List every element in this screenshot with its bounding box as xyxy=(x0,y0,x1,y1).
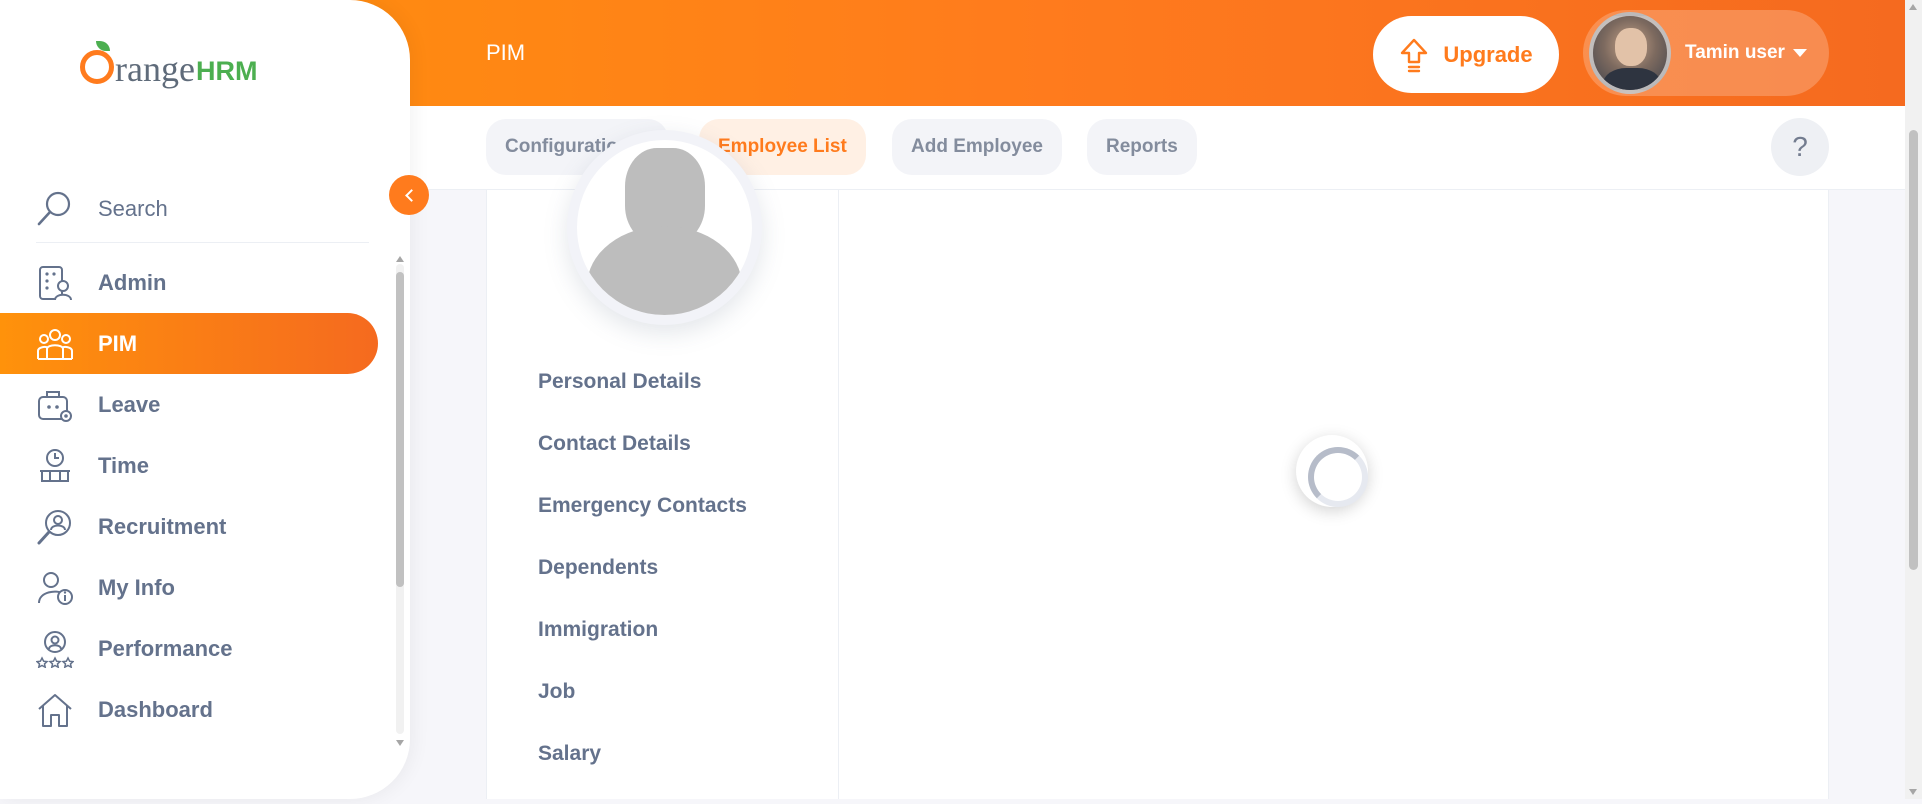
sidebar-item-time[interactable]: Time xyxy=(0,435,380,496)
employee-tab-immigration[interactable]: Immigration xyxy=(538,618,747,680)
avatar-placeholder-body xyxy=(587,226,742,315)
sidebar-item-label: Dashboard xyxy=(98,696,213,722)
sidebar-collapse-button[interactable] xyxy=(389,175,429,215)
employee-tab-contact-details[interactable]: Contact Details xyxy=(538,432,747,494)
scroll-up-arrow-icon[interactable] xyxy=(396,256,404,262)
recruitment-icon xyxy=(36,508,74,546)
scroll-up-arrow-icon[interactable] xyxy=(1909,4,1917,10)
sidebar-item-recruitment[interactable]: Recruitment xyxy=(0,496,380,557)
orangehrm-logo: range HRM xyxy=(80,41,258,89)
employee-tab-dependents[interactable]: Dependents xyxy=(538,556,747,618)
upgrade-label: Upgrade xyxy=(1443,41,1533,67)
tab-employee-list-label: Employee List xyxy=(718,136,847,157)
sidebar-item-admin[interactable]: Admin xyxy=(0,252,380,313)
chevron-left-icon xyxy=(404,188,418,202)
scroll-down-arrow-icon[interactable] xyxy=(396,740,404,746)
employee-tab-personal-details[interactable]: Personal Details xyxy=(538,370,747,432)
sidebar-search-label: Search xyxy=(98,195,168,221)
upgrade-arrow-icon xyxy=(1401,38,1428,72)
sidebar-item-label: Leave xyxy=(98,391,161,417)
sidebar-item-my-info[interactable]: My Info xyxy=(0,557,380,618)
scroll-down-arrow-icon[interactable] xyxy=(1909,789,1917,795)
logo-text-hrm: HRM xyxy=(195,56,258,86)
upgrade-button[interactable]: Upgrade xyxy=(1373,16,1559,93)
sidebar-item-label: PIM xyxy=(98,330,138,356)
sidebar-scrollbar[interactable] xyxy=(393,252,407,752)
tab-add-employee-label: Add Employee xyxy=(911,136,1043,157)
sidebar-item-label: Recruitment xyxy=(98,513,227,539)
employee-tab-emergency-contacts[interactable]: Emergency Contacts xyxy=(538,494,747,556)
sidebar-item-label: Time xyxy=(98,452,149,478)
page-scrollbar-thumb[interactable] xyxy=(1909,130,1918,570)
tab-add-employee[interactable]: Add Employee xyxy=(892,119,1062,175)
user-avatar xyxy=(1589,12,1671,94)
sidebar-menu: Admin PIM Leave Time Recruitment My Info… xyxy=(0,252,380,740)
employee-side-panel: Personal Details Contact Details Emergen… xyxy=(487,130,839,799)
employee-detail-card: Personal Details Contact Details Emergen… xyxy=(486,130,1829,799)
user-dropdown[interactable]: Tamin user xyxy=(1583,10,1829,96)
logo-text-range: range xyxy=(115,49,195,89)
admin-icon xyxy=(36,264,74,302)
employee-profile-picture[interactable] xyxy=(567,130,762,325)
search-icon xyxy=(37,191,71,225)
performance-icon xyxy=(36,630,74,668)
sidebar-item-dashboard[interactable]: Dashboard xyxy=(0,679,380,740)
my-info-icon xyxy=(36,569,74,607)
time-icon xyxy=(36,447,74,485)
loading-spinner xyxy=(1296,435,1368,507)
user-name: Tamin user xyxy=(1685,42,1785,63)
employee-tab-list: Personal Details Contact Details Emergen… xyxy=(538,370,747,804)
tab-reports-label: Reports xyxy=(1106,136,1178,157)
logo-orange-icon xyxy=(80,41,114,84)
tab-reports[interactable]: Reports xyxy=(1087,119,1197,175)
leave-icon xyxy=(36,386,74,424)
page-scrollbar[interactable] xyxy=(1905,0,1922,799)
sidebar-search[interactable]: Search xyxy=(36,175,369,243)
sidebar-item-label: My Info xyxy=(98,574,175,600)
employee-tab-salary[interactable]: Salary xyxy=(538,742,747,804)
module-title: PIM xyxy=(486,40,526,65)
sidebar: range HRM Search Admin PIM Leave Time Re… xyxy=(0,0,429,799)
sidebar-item-leave[interactable]: Leave xyxy=(0,374,380,435)
dashboard-icon xyxy=(36,691,74,729)
sidebar-scrollbar-thumb[interactable] xyxy=(396,272,404,587)
employee-tab-job[interactable]: Job xyxy=(538,680,747,742)
sidebar-item-label: Performance xyxy=(98,635,233,661)
sidebar-item-performance[interactable]: Performance xyxy=(0,618,380,679)
sidebar-item-label: Admin xyxy=(98,269,167,295)
caret-down-icon xyxy=(1792,49,1807,57)
help-button[interactable]: ? xyxy=(1771,118,1829,176)
pim-icon xyxy=(36,325,74,363)
help-icon: ? xyxy=(1792,131,1808,162)
sidebar-item-pim[interactable]: PIM xyxy=(0,313,378,374)
